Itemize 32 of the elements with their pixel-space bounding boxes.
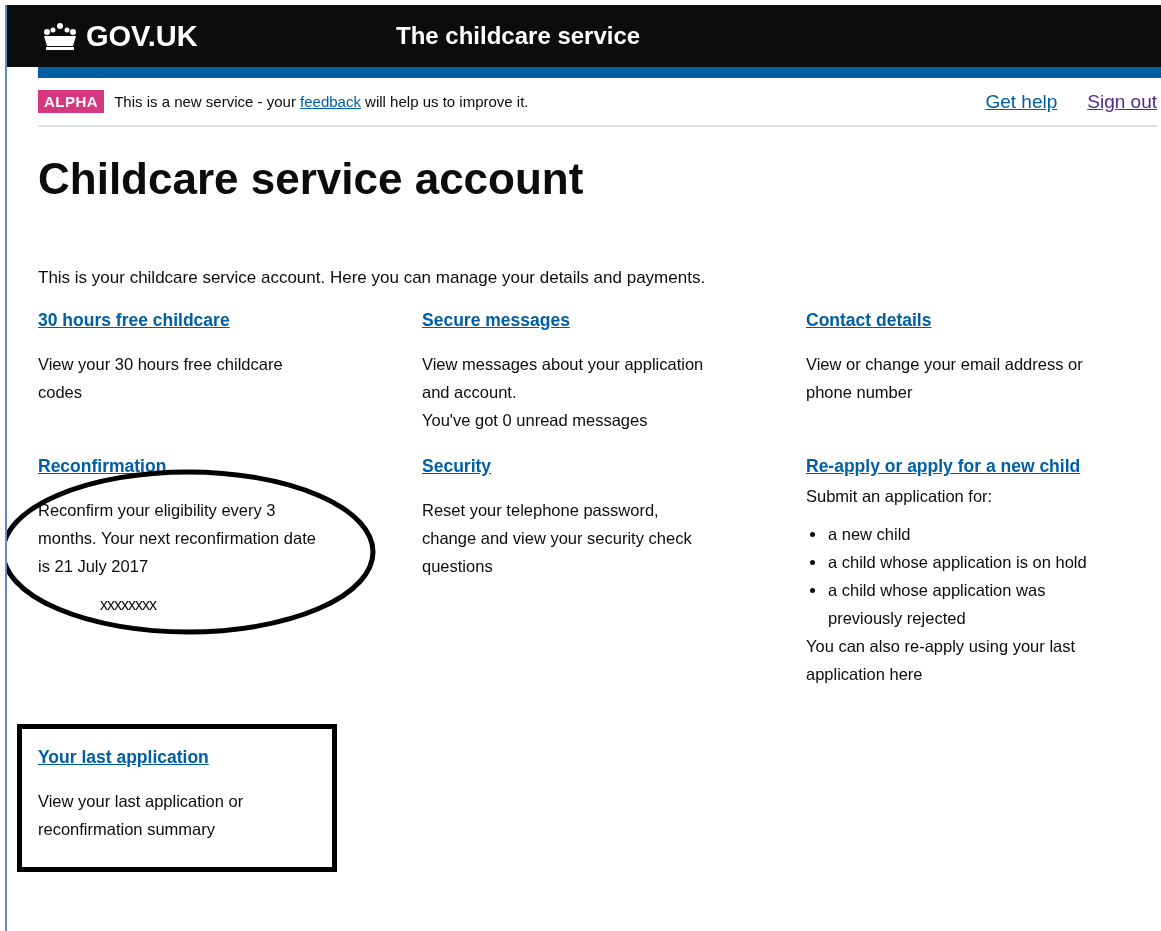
card-note: You've got 0 unread messages <box>422 409 649 431</box>
card-description: View messages about your application and account. <box>422 353 705 403</box>
list-item: a new child <box>828 524 911 543</box>
card-link[interactable]: Reconfirmation <box>38 451 167 480</box>
phase-tag: ALPHA <box>38 90 105 113</box>
header-link[interactable]: Get help <box>985 90 1058 113</box>
bullet-icon <box>810 559 815 565</box>
list-item: a child whose application was previously rejected <box>828 580 1046 627</box>
card-link[interactable]: Security <box>422 451 492 480</box>
card-link[interactable]: Your last application <box>38 742 209 771</box>
overwritten-text: xxxxxxxx <box>100 595 156 614</box>
card-description: Reconfirm your eligibility every 3 months. Your next reconfirmation date is 21 July 2017 <box>38 499 317 577</box>
bullet-icon <box>810 531 815 537</box>
card-description: Reset your telephone password, change and view your security check questions <box>422 499 693 577</box>
bullet-icon <box>810 587 815 593</box>
card-note: You can also re-apply using your last application here <box>806 635 1077 685</box>
header-link[interactable]: Sign out <box>1087 90 1157 113</box>
card-description: View your last application or reconfirmation summary <box>38 790 245 840</box>
intro-text: This is your childcare service account. Here you can manage your details and payments. <box>38 267 707 288</box>
card-link[interactable]: Secure messages <box>422 305 570 334</box>
list-item: a child whose application is on hold <box>828 552 1087 571</box>
page-title: Childcare service account <box>38 153 585 205</box>
phase-message: This is a new service - your feedback will help us to improve it. <box>114 93 530 110</box>
card-link[interactable]: Re-apply or apply for a new child <box>806 451 1081 480</box>
card-link[interactable]: 30 hours free childcare <box>38 305 230 334</box>
card-description: View or change your email address or phone number <box>806 353 1084 403</box>
service-name[interactable]: The childcare service <box>396 22 641 50</box>
govuk-logo[interactable]: GOV.UK <box>40 19 396 53</box>
card-description: Submit an application for: <box>806 485 994 507</box>
feedback-link[interactable]: feedback <box>300 93 361 110</box>
card-link[interactable]: Contact details <box>806 305 932 334</box>
card-description: View your 30 hours free childcare codes <box>38 353 284 403</box>
